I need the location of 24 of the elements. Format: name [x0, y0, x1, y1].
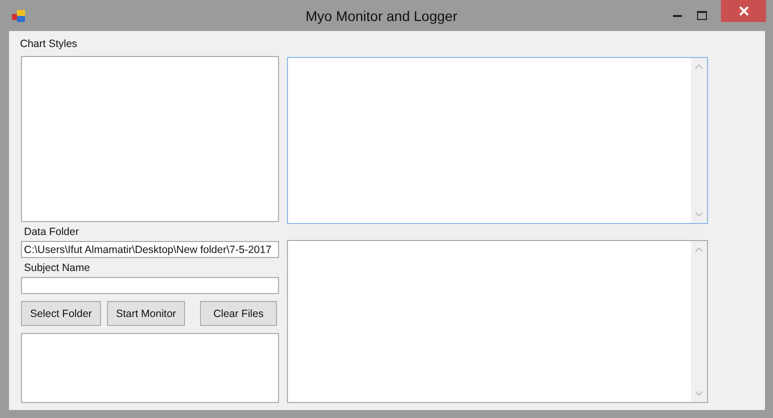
data-folder-label: Data Folder — [24, 226, 80, 239]
output-box[interactable] — [21, 333, 279, 403]
subject-name-field[interactable] — [21, 277, 279, 294]
minimize-icon[interactable] — [673, 14, 683, 18]
clear-files-button[interactable]: Clear Files — [200, 301, 277, 326]
chart-styles-list[interactable] — [21, 56, 279, 222]
scroll-up-icon[interactable] — [695, 64, 703, 69]
chart-text-area[interactable] — [287, 57, 708, 224]
scrollbar[interactable] — [691, 241, 707, 402]
scroll-up-icon[interactable] — [695, 247, 703, 252]
select-folder-button[interactable]: Select Folder — [21, 301, 101, 326]
scrollbar[interactable] — [691, 58, 707, 223]
scroll-down-icon[interactable] — [695, 391, 703, 396]
subject-name-label: Subject Name — [24, 262, 91, 275]
scroll-down-icon[interactable] — [695, 212, 703, 217]
window-title: Myo Monitor and Logger — [304, 8, 458, 24]
log-text-area[interactable] — [287, 240, 708, 403]
maximize-icon[interactable] — [697, 11, 707, 20]
close-button[interactable] — [721, 0, 766, 22]
start-monitor-button[interactable]: Start Monitor — [107, 301, 185, 326]
close-icon — [738, 6, 748, 16]
app-icon — [12, 10, 26, 22]
data-folder-field[interactable]: C:\Users\Ifut Almamatir\Desktop\New folder\7-5-2017 — [21, 241, 279, 258]
chart-styles-label: Chart Styles — [20, 38, 78, 52]
